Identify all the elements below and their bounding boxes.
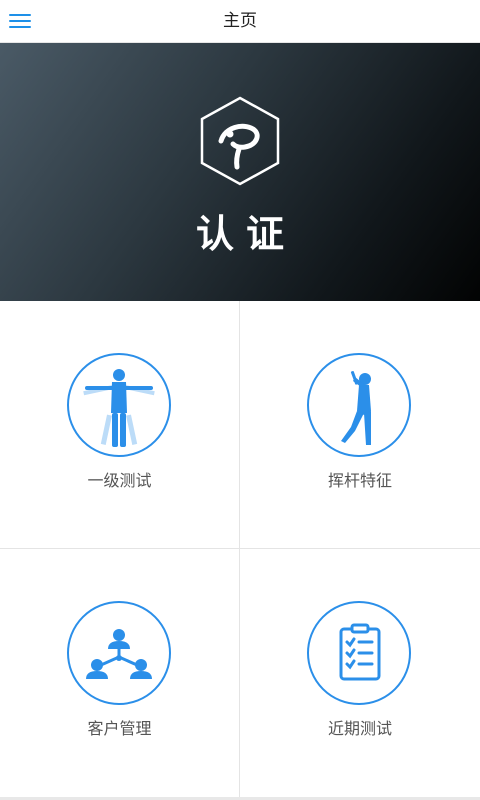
- golfer-swing-icon: [307, 353, 411, 457]
- grid-item-label: 挥杆特征: [327, 471, 392, 490]
- grid-item-label: 近期测试: [327, 719, 392, 738]
- grid-item-client-management[interactable]: 客户管理: [0, 549, 240, 797]
- grid-item-recent-tests[interactable]: 近期测试: [240, 549, 480, 797]
- grid-item-label: 一级测试: [87, 471, 152, 490]
- grid-item-level-one-test[interactable]: 一级测试: [0, 301, 240, 549]
- grid-item-label: 客户管理: [87, 719, 152, 738]
- client-network-icon: [67, 601, 171, 705]
- clipboard-checklist-icon: [307, 601, 411, 705]
- hexagon-logo-icon: [200, 96, 280, 186]
- page-title: 主页: [223, 11, 257, 31]
- vitruvian-body-icon: [67, 353, 171, 457]
- hero-banner: 认证: [0, 43, 480, 301]
- hero-title: 认证: [195, 212, 296, 256]
- feature-grid: 一级测试 挥杆特征 客户管理 近期测试: [0, 301, 480, 797]
- grid-item-swing-features[interactable]: 挥杆特征: [240, 301, 480, 549]
- top-app-bar: 主页: [0, 0, 480, 43]
